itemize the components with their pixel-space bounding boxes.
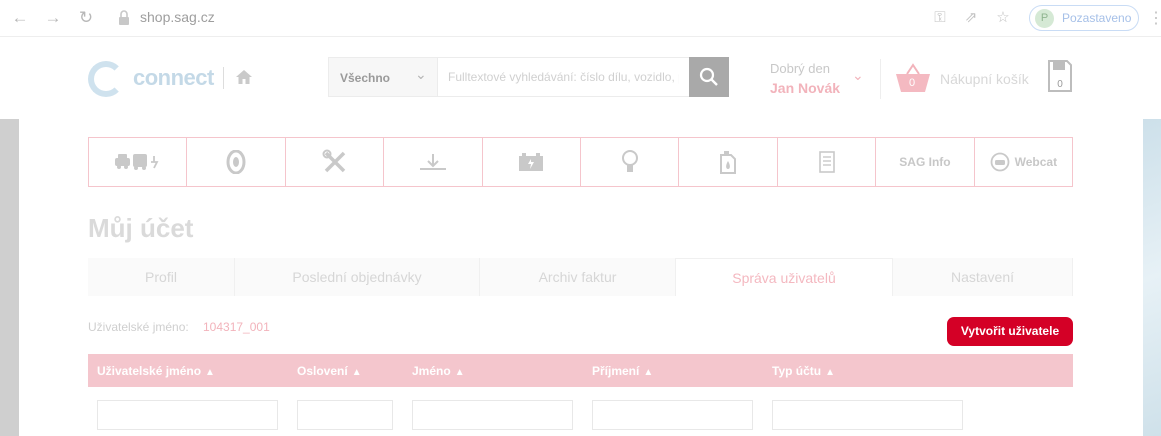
category-downloads[interactable] <box>384 138 483 186</box>
search-category-label: Všechno <box>340 71 391 85</box>
category-batteries[interactable] <box>483 138 582 186</box>
home-icon[interactable] <box>234 67 254 87</box>
sort-icon: ▲︎ <box>454 367 465 378</box>
chevron-down-icon[interactable]: ⌄ <box>852 67 864 84</box>
sort-icon: ▲︎ <box>351 367 362 378</box>
tab-recent-orders[interactable]: Poslední objednávky <box>235 258 480 296</box>
create-user-button[interactable]: Vytvořit uživatele <box>947 317 1073 346</box>
username-value: 104317_001 <box>203 320 270 334</box>
category-documents[interactable] <box>778 138 877 186</box>
category-sag-info[interactable]: SAG Info <box>876 138 975 186</box>
filter-first-name-input[interactable] <box>412 400 573 430</box>
sort-icon: ▲︎ <box>643 367 654 378</box>
cart-count: 0 <box>908 77 916 89</box>
sort-icon: ▲︎ <box>205 367 215 378</box>
filter-last-name-input[interactable] <box>592 400 753 430</box>
category-toolbar: SAG Info Webcat <box>88 137 1073 187</box>
column-header-salutation[interactable]: Oslovení ▲︎ <box>297 364 362 378</box>
page-background <box>0 119 19 436</box>
username-label: Uživatelské jméno: <box>88 320 189 334</box>
site-header: connect Všechno ⌄ Dobrý den Jan Novák ⌄ … <box>0 37 1161 119</box>
filter-username-input[interactable] <box>97 400 278 430</box>
category-vehicles[interactable] <box>89 138 188 186</box>
page-title: Můj účet <box>88 213 194 243</box>
divider <box>223 67 224 89</box>
chevron-down-icon: ⌄ <box>415 66 427 82</box>
category-label: SAG Info <box>899 155 951 169</box>
key-icon[interactable]: ⚿ <box>930 8 950 28</box>
logo-icon[interactable] <box>88 61 124 97</box>
profile-label: Pozastaveno <box>1062 11 1132 25</box>
saved-count: 0 <box>1057 79 1063 90</box>
account-tabs: Profil Poslední objednávky Archiv faktur… <box>88 258 1073 296</box>
tab-invoice-archive[interactable]: Archiv faktur <box>480 258 676 296</box>
page-background <box>1143 119 1161 436</box>
search-icon <box>699 67 718 86</box>
divider <box>880 59 881 99</box>
cart-label[interactable]: Nákupní košík <box>940 71 1029 87</box>
reload-icon[interactable]: ↻ <box>76 8 96 28</box>
oil-can-icon <box>720 151 737 174</box>
tire-icon <box>226 150 246 174</box>
filter-account-type-input[interactable] <box>772 400 963 430</box>
category-tires[interactable] <box>187 138 286 186</box>
menu-icon[interactable]: ⋮ <box>1148 8 1161 28</box>
user-name[interactable]: Jan Novák <box>770 80 840 96</box>
share-icon[interactable]: ⇗ <box>961 8 981 28</box>
column-header-username[interactable]: Uživatelské jméno ▲︎ <box>97 364 215 378</box>
search-button[interactable] <box>689 57 729 97</box>
address-bar[interactable]: shop.sag.cz <box>140 9 215 25</box>
tools-icon <box>322 149 345 173</box>
document-icon <box>818 151 835 173</box>
category-oils[interactable] <box>679 138 778 186</box>
download-icon <box>419 154 446 170</box>
webcat-icon <box>990 152 1010 172</box>
column-header-first-name[interactable]: Jméno ▲︎ <box>412 364 465 378</box>
column-header-last-name[interactable]: Příjmení ▲︎ <box>592 364 653 378</box>
sort-icon: ▲︎ <box>825 367 836 378</box>
search-input[interactable] <box>438 57 690 97</box>
filter-salutation-input[interactable] <box>297 400 393 430</box>
category-label: Webcat <box>1014 155 1058 169</box>
column-header-account-type[interactable]: Typ účtu ▲︎ <box>772 364 835 378</box>
avatar: P <box>1035 9 1054 28</box>
browser-toolbar: ← → ↻ shop.sag.cz ⚿ ⇗ ☆ P Pozastaveno ⋮ <box>0 0 1161 37</box>
tab-user-management[interactable]: Správa uživatelů <box>676 258 893 296</box>
users-table-header: Uživatelské jméno ▲︎ Oslovení ▲︎ Jméno ▲︎ P… <box>88 354 1073 387</box>
lock-icon <box>119 10 129 25</box>
greeting: Dobrý den <box>770 61 830 76</box>
battery-icon <box>519 153 544 171</box>
logo-text[interactable]: connect <box>133 65 214 91</box>
back-arrow-icon[interactable]: ← <box>10 8 30 28</box>
category-tools[interactable] <box>286 138 385 186</box>
bulb-icon <box>621 150 638 172</box>
star-icon[interactable]: ☆ <box>993 8 1013 28</box>
forward-arrow-icon[interactable]: → <box>43 8 63 28</box>
vehicles-icon <box>114 154 159 170</box>
search-category-select[interactable]: Všechno ⌄ <box>328 57 438 97</box>
tab-profile[interactable]: Profil <box>88 258 235 296</box>
profile-button[interactable]: P Pozastaveno <box>1029 5 1139 31</box>
category-webcat[interactable]: Webcat <box>975 138 1072 186</box>
tab-settings[interactable]: Nastavení <box>893 258 1073 296</box>
category-bulbs[interactable] <box>581 138 680 186</box>
